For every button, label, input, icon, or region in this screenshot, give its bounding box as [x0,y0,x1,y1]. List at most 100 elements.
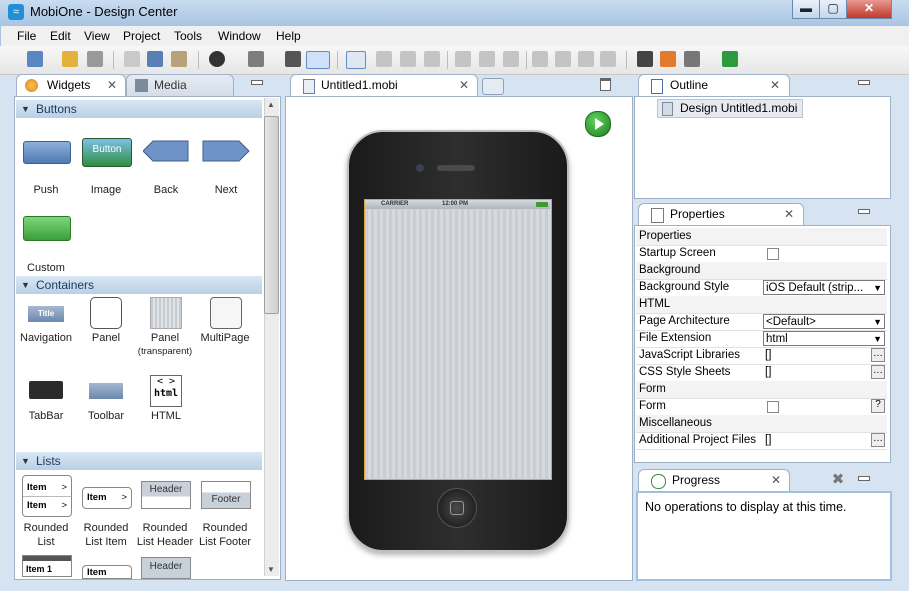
next-button-icon[interactable] [202,140,250,162]
file-extension-dropdown[interactable]: html ▼ [763,331,885,346]
tab-outline[interactable]: Outline ✕ [638,74,790,96]
form-help-button[interactable]: ? [871,399,885,413]
close-tab-editor-button[interactable]: ✕ [459,75,469,96]
paste-icon[interactable] [171,51,187,67]
minimize-button[interactable]: ▬ [792,0,820,19]
menu-tools[interactable]: Tools [174,29,202,43]
new-tab-icon[interactable] [482,78,504,95]
rounded-list-header-icon[interactable]: Header [141,481,191,509]
tab-widgets[interactable]: Widgets ✕ [16,74,126,96]
grid-icon[interactable] [346,51,366,69]
new-file-icon[interactable] [27,51,43,67]
move-up-icon[interactable] [532,51,548,67]
javascript-libraries-browse-button[interactable]: … [871,348,885,362]
tab-editor-untitled1[interactable]: Untitled1.mobi ✕ [290,74,478,96]
align-icon[interactable] [285,51,301,67]
rounded-list-item-icon[interactable]: Item > [82,487,132,509]
tab-progress[interactable]: Progress ✕ [638,469,790,491]
image-button-icon[interactable]: Button [82,138,132,167]
align-right-icon[interactable] [424,51,440,67]
prop-row-form: Form? [636,398,887,416]
close-tab-properties-button[interactable]: ✕ [784,204,794,225]
section-buttons[interactable]: ▼ Buttons [16,100,262,118]
push-button-icon[interactable] [23,141,71,164]
align-center-icon[interactable] [400,51,416,67]
wifi-icon[interactable] [722,51,738,67]
widget-panel-transparent-sublabel: (transparent) [137,346,193,357]
maximize-editor-button[interactable] [600,78,611,91]
custom-button-icon[interactable] [23,216,71,241]
move-down-icon[interactable] [600,51,616,67]
menu-edit[interactable]: Edit [50,29,71,43]
tabbar-container-icon[interactable] [29,381,63,399]
widget-rounded-list-label: Rounded List [23,522,69,548]
tab-properties[interactable]: Properties ✕ [638,203,804,225]
palette-icon [25,79,38,92]
panel-container-icon[interactable] [90,297,122,329]
scroll-up-arrow[interactable]: ▲ [267,100,275,109]
maximize-button[interactable]: ▢ [819,0,847,19]
align-top-icon[interactable] [455,51,471,67]
minimize-outline-button[interactable] [858,80,870,85]
widgets-scroll-thumb[interactable] [264,116,279,314]
toolbar-container-icon[interactable] [89,383,123,399]
menu-window[interactable]: Window [218,29,261,43]
apple-icon[interactable] [209,51,225,67]
close-tab-widgets-button[interactable]: ✕ [107,75,117,96]
rounded-list-icon[interactable]: Item > Item > [22,475,72,517]
copy-icon[interactable] [124,51,140,67]
preview-play-button[interactable] [585,111,611,137]
startup-screen-checkbox[interactable] [767,248,779,260]
scroll-down-arrow[interactable]: ▼ [267,565,275,574]
build-icon[interactable] [684,51,700,67]
tab-media[interactable]: Media [126,74,234,96]
menu-view[interactable]: View [84,29,110,43]
align-bottom-icon[interactable] [503,51,519,67]
home-button[interactable] [437,488,477,528]
css-style-sheets-browse-button[interactable]: … [871,365,885,379]
remove-all-icon[interactable]: ✖ [830,472,846,488]
menu-file[interactable]: File [17,29,36,43]
minimize-panel-button[interactable] [251,80,263,85]
phone-screen[interactable] [364,199,552,480]
close-tab-outline-button[interactable]: ✕ [770,75,780,96]
bring-forward-icon[interactable] [555,51,571,67]
camera-icon[interactable] [637,51,653,67]
save-icon[interactable] [87,51,103,67]
align-middle-icon[interactable] [479,51,495,67]
rounded-list-footer-icon[interactable]: Footer [201,481,251,509]
minimize-properties-button[interactable] [858,209,870,214]
edge-list-item-icon[interactable]: Item [82,565,132,579]
close-window-button[interactable]: ✕ [846,0,892,19]
html-container-icon[interactable]: < > html [150,375,182,407]
align-left-icon[interactable] [376,51,392,67]
minimize-progress-button[interactable] [858,476,870,481]
menu-help[interactable]: Help [276,29,301,43]
phone-status-bar: CARRIER 12:00 PM [365,200,550,209]
additional-files-browse-button[interactable]: … [871,433,885,447]
form-checkbox[interactable] [767,401,779,413]
section-containers[interactable]: ▼ Containers [16,276,262,294]
cut-icon[interactable] [147,51,163,67]
navigation-container-icon[interactable]: Title [28,306,64,322]
transparent-panel-icon[interactable] [150,297,182,329]
page-architecture-dropdown[interactable]: <Default> ▼ [763,314,885,329]
back-button-icon[interactable] [142,140,189,162]
menu-bar: File Edit View Project Tools Window Help [0,26,909,46]
close-tab-progress-button[interactable]: ✕ [771,470,781,491]
prop-row-css-style-sheets: CSS Style Sheets[]… [636,364,887,382]
export-icon[interactable] [660,51,676,67]
menu-project[interactable]: Project [123,29,160,43]
outline-icon [651,79,663,94]
section-lists[interactable]: ▼ Lists [16,452,262,470]
link-icon[interactable] [306,51,330,69]
outline-item-design[interactable]: Design Untitled1.mobi [657,99,803,118]
background-style-dropdown[interactable]: iOS Default (strip... ▼ [763,280,885,295]
multipage-container-icon[interactable] [210,297,242,329]
send-backward-icon[interactable] [578,51,594,67]
device-icon[interactable] [248,51,264,67]
edge-list-header-icon[interactable]: Header [141,557,191,579]
edge-list-icon[interactable]: Item 1 [22,555,72,577]
widget-toolbar-label: Toolbar [87,410,125,422]
open-folder-icon[interactable] [62,51,78,67]
